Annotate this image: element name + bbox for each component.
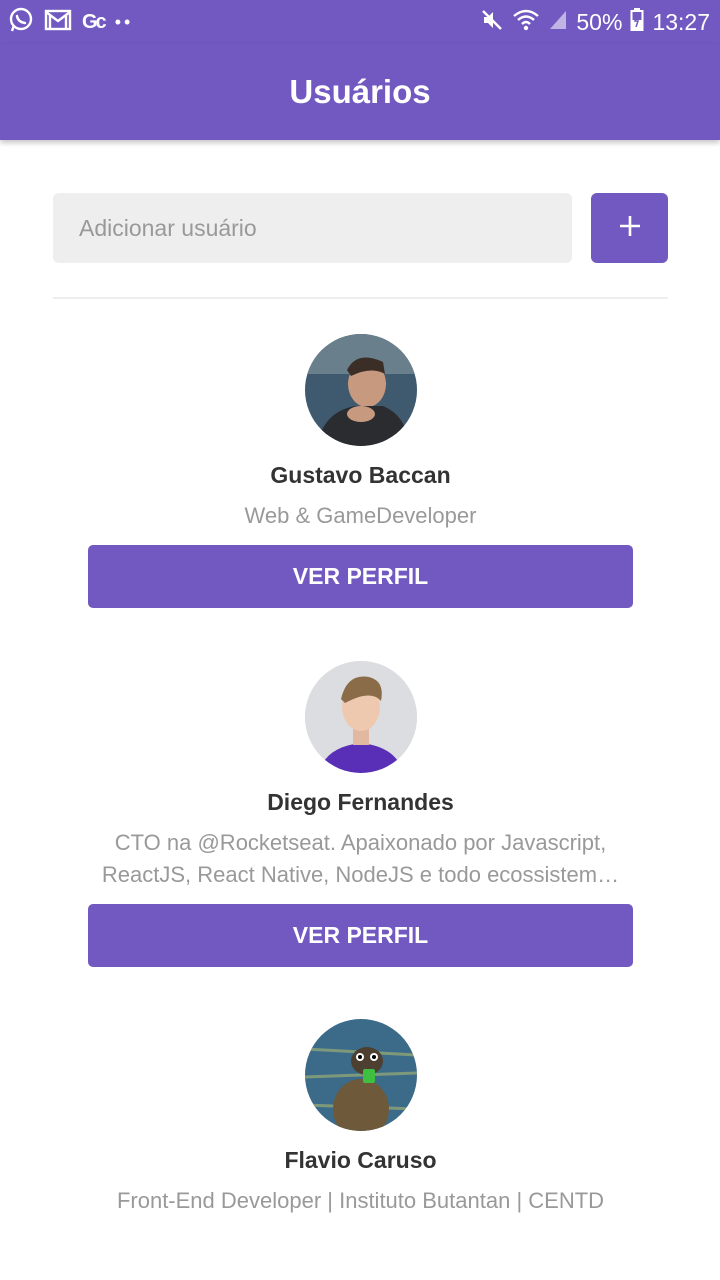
status-bar-system: 50% 13:27 — [480, 7, 710, 37]
user-bio: Web & GameDeveloper — [244, 503, 477, 528]
view-profile-button[interactable]: VER PERFIL — [88, 904, 633, 967]
user-name: Flavio Caruso — [284, 1147, 437, 1173]
user-card: Flavio Caruso Front-End Developer | Inst… — [53, 1019, 668, 1239]
user-name: Gustavo Baccan — [270, 462, 451, 488]
status-bar: Gc •• 50% 13:27 — [0, 0, 720, 44]
user-bio: Front-End Developer | Instituto Butantan… — [116, 1188, 605, 1213]
plus-icon — [618, 214, 642, 243]
app-gc-icon: Gc — [82, 11, 107, 33]
divider — [53, 297, 668, 299]
user-card: Gustavo Baccan Web & GameDeveloper VER P… — [53, 334, 668, 614]
clock: 13:27 — [652, 9, 710, 35]
signal-icon — [548, 9, 568, 36]
user-bio: CTO na @Rocketseat. Apaixonado por Javas… — [101, 830, 620, 887]
page-title: Usuários — [289, 73, 431, 110]
view-profile-button[interactable]: VER PERFIL — [88, 545, 633, 608]
battery-percent: 50% — [576, 9, 623, 35]
status-bar-notifications: Gc •• — [8, 7, 134, 38]
avatar — [304, 334, 417, 446]
add-user-button[interactable] — [591, 193, 668, 263]
add-user-input[interactable] — [53, 193, 572, 263]
gmail-icon — [44, 8, 72, 37]
wifi-icon — [512, 8, 540, 37]
user-card: Diego Fernandes CTO na @Rocketseat. Apai… — [53, 661, 668, 971]
avatar — [304, 1019, 417, 1131]
more-notifications-icon: •• — [114, 12, 134, 32]
user-name: Diego Fernandes — [267, 789, 454, 815]
whatsapp-icon — [8, 7, 34, 38]
battery-icon — [630, 7, 644, 37]
avatar — [304, 661, 417, 773]
mute-icon — [480, 8, 504, 37]
header: Usuários — [0, 44, 720, 140]
